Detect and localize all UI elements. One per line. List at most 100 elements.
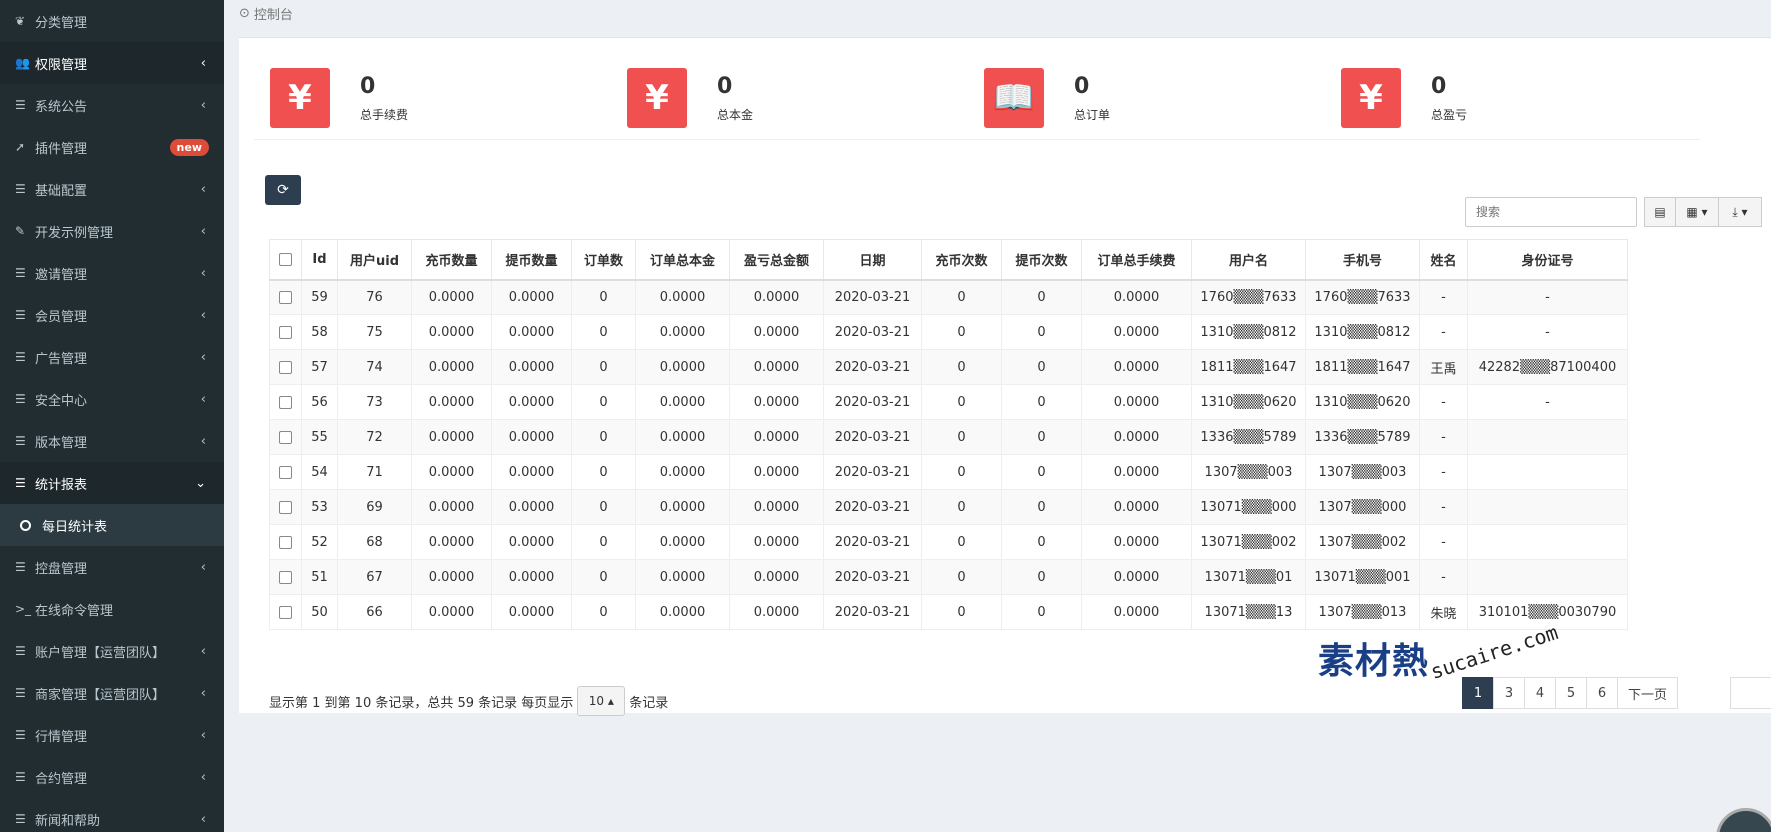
sidebar-item[interactable]: ☰ 会员管理 ‹ <box>0 294 224 336</box>
table-cell: 0.0000 <box>635 489 730 525</box>
chevron-left-icon: ‹ <box>200 433 206 449</box>
sidebar-item[interactable]: ✎ 开发示例管理 ‹ <box>0 210 224 252</box>
row-checkbox[interactable] <box>279 290 292 304</box>
columns-icon: ▦ ▾ <box>1686 205 1708 219</box>
sidebar-item[interactable]: ☰ 商家管理【运营团队】 ‹ <box>0 672 224 714</box>
column-header[interactable]: Id <box>301 239 338 281</box>
column-header[interactable]: 订单总本金 <box>635 239 730 281</box>
chevron-left-icon: ‹ <box>200 391 206 407</box>
list-icon: ☰ <box>15 308 26 322</box>
search-input[interactable] <box>1465 197 1637 227</box>
row-checkbox[interactable] <box>279 395 292 409</box>
page-size-dropdown[interactable]: 10 ▴ <box>577 686 626 716</box>
column-header[interactable]: 姓名 <box>1419 239 1468 281</box>
magic-icon: ✎ <box>15 224 26 238</box>
table-row[interactable]: 50 66 0.0000 0.0000 0 0.0000 0.0000 2020-03-21 0… <box>269 594 1628 630</box>
row-checkbox[interactable] <box>279 500 292 514</box>
breadcrumb[interactable]: ⊙ 控制台 <box>239 4 293 23</box>
table-cell: 0 <box>571 594 636 630</box>
stat-value: 0 <box>360 74 376 99</box>
row-checkbox[interactable] <box>279 360 292 374</box>
table-row[interactable]: 59 76 0.0000 0.0000 0 0.0000 0.0000 2020-03-21 0… <box>269 279 1628 315</box>
next-page-button[interactable]: 下一页 <box>1617 677 1679 709</box>
table-cell: 67 <box>337 559 412 595</box>
sidebar-item-label: 基础配置 <box>35 183 88 199</box>
sidebar-item[interactable]: ☰ 行情管理 ‹ <box>0 714 224 756</box>
table-cell: 0 <box>921 419 1002 455</box>
table-cell: 0.0000 <box>491 524 572 560</box>
row-checkbox-cell <box>269 349 302 385</box>
table-cell: 0.0000 <box>1081 419 1192 455</box>
row-checkbox[interactable] <box>279 535 292 549</box>
table-cell: 0.0000 <box>729 349 824 385</box>
sidebar-item[interactable]: ☰ 邀请管理 ‹ <box>0 252 224 294</box>
page-button[interactable]: 6 <box>1586 677 1618 709</box>
sidebar-item[interactable]: 👥 权限管理 ‹ <box>0 42 224 84</box>
row-checkbox[interactable] <box>279 570 292 584</box>
column-header[interactable]: 提币数量 <box>491 239 572 281</box>
sidebar-item[interactable]: 每日统计表 <box>0 504 224 546</box>
table-row[interactable]: 56 73 0.0000 0.0000 0 0.0000 0.0000 2020-03-21 0… <box>269 384 1628 420</box>
column-header[interactable]: 订单总手续费 <box>1081 239 1192 281</box>
table-row[interactable]: 51 67 0.0000 0.0000 0 0.0000 0.0000 2020-03-21 0… <box>269 559 1628 595</box>
column-header[interactable]: 日期 <box>823 239 922 281</box>
sidebar-item-label: 在线命令管理 <box>35 603 114 619</box>
row-checkbox[interactable] <box>279 430 292 444</box>
table-row[interactable]: 57 74 0.0000 0.0000 0 0.0000 0.0000 2020-03-21 0… <box>269 349 1628 385</box>
table-cell: 0.0000 <box>411 559 492 595</box>
sidebar-item[interactable]: ☰ 统计报表 ⌄ <box>0 462 224 504</box>
table-cell: 0.0000 <box>635 524 730 560</box>
toggle-view-button[interactable]: ▤ <box>1644 197 1676 227</box>
table-row[interactable]: 55 72 0.0000 0.0000 0 0.0000 0.0000 2020-03-21 0… <box>269 419 1628 455</box>
sidebar-item[interactable]: ☰ 控盘管理 ‹ <box>0 546 224 588</box>
sidebar-item[interactable]: ❦ 分类管理 <box>0 0 224 42</box>
select-all-checkbox[interactable] <box>279 252 292 266</box>
columns-button[interactable]: ▦ ▾ <box>1675 197 1719 227</box>
table-cell: 0.0000 <box>729 454 824 490</box>
table-cell: 1307▒▒▒002 <box>1305 524 1420 560</box>
table-cell: 0 <box>571 419 636 455</box>
column-header[interactable]: 充币数量 <box>411 239 492 281</box>
table-row[interactable]: 52 68 0.0000 0.0000 0 0.0000 0.0000 2020-03-21 0… <box>269 524 1628 560</box>
table-row[interactable]: 58 75 0.0000 0.0000 0 0.0000 0.0000 2020-03-21 0… <box>269 314 1628 350</box>
column-header[interactable]: 身份证号 <box>1467 239 1628 281</box>
table-row[interactable]: 54 71 0.0000 0.0000 0 0.0000 0.0000 2020-03-21 0… <box>269 454 1628 490</box>
table-cell: 2020-03-21 <box>823 594 922 630</box>
table-cell: 1307▒▒▒000 <box>1305 489 1420 525</box>
refresh-button[interactable]: ⟳ <box>265 175 301 205</box>
row-checkbox[interactable] <box>279 325 292 339</box>
column-header[interactable]: 用户uid <box>337 239 412 281</box>
table-cell: 1760▒▒▒7633 <box>1305 279 1420 315</box>
sidebar-item-label: 合约管理 <box>35 771 88 787</box>
page-jump-input[interactable] <box>1730 677 1771 709</box>
table-cell: 0 <box>921 524 1002 560</box>
row-checkbox[interactable] <box>279 465 292 479</box>
column-header[interactable]: 充币次数 <box>921 239 1002 281</box>
column-header[interactable]: 用户名 <box>1191 239 1306 281</box>
table-row[interactable]: 53 69 0.0000 0.0000 0 0.0000 0.0000 2020-03-21 0… <box>269 489 1628 525</box>
table-cell: 0.0000 <box>491 594 572 630</box>
sidebar-item[interactable]: ☰ 版本管理 ‹ <box>0 420 224 462</box>
users-icon: 👥 <box>15 56 30 70</box>
sidebar-item[interactable]: ☰ 广告管理 ‹ <box>0 336 224 378</box>
row-checkbox[interactable] <box>279 605 292 619</box>
sidebar-item[interactable]: ☰ 安全中心 ‹ <box>0 378 224 420</box>
sidebar-item[interactable]: ☰ 账户管理【运营团队】 ‹ <box>0 630 224 672</box>
column-header[interactable]: 订单数 <box>571 239 636 281</box>
sidebar-item[interactable]: ☰ 系统公告 ‹ <box>0 84 224 126</box>
list-icon: ☰ <box>15 392 26 406</box>
table-cell: 0.0000 <box>729 419 824 455</box>
table-cell: 0 <box>1001 594 1082 630</box>
column-header[interactable]: 盈亏总金额 <box>729 239 824 281</box>
export-button[interactable]: ⤓ ▾ <box>1718 197 1762 227</box>
sidebar-item[interactable]: ☰ 新闻和帮助 ‹ <box>0 798 224 832</box>
sidebar-item[interactable]: ☰ 基础配置 ‹ <box>0 168 224 210</box>
sidebar-item[interactable]: ☰ 合约管理 ‹ <box>0 756 224 798</box>
column-header[interactable]: 手机号 <box>1305 239 1420 281</box>
column-header[interactable]: 提币次数 <box>1001 239 1082 281</box>
sidebar-item[interactable]: >_ 在线命令管理 <box>0 588 224 630</box>
table-cell: 42282▒▒▒87100400 <box>1467 349 1628 385</box>
sidebar-item[interactable]: ➚ 插件管理 new <box>0 126 224 168</box>
breadcrumb-label: 控制台 <box>253 8 293 23</box>
stats-table: Id 用户uid 充币数量 提币数量 订单数 订单总本金 盈亏总金额 日期 充币次数 提币次数 订单… <box>269 239 1628 630</box>
